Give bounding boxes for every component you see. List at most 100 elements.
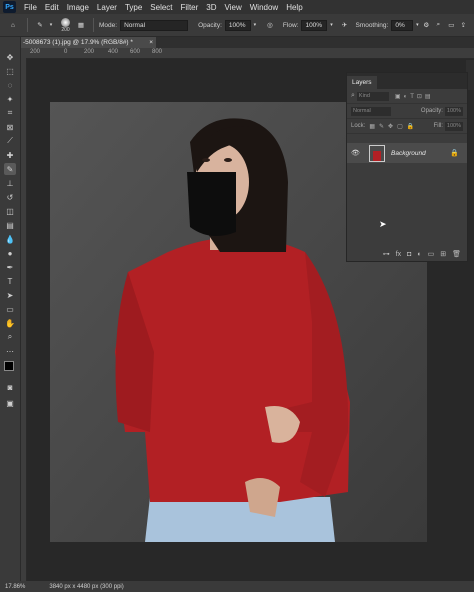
pressure-opacity-icon[interactable]: ◎	[263, 21, 277, 29]
menu-type[interactable]: Type	[121, 3, 146, 12]
move-tool-icon[interactable]: ✥	[4, 51, 16, 63]
menu-3d[interactable]: 3D	[202, 3, 220, 12]
chevron-down-icon[interactable]: ▾	[47, 22, 55, 28]
brush-settings-icon[interactable]: ▦	[74, 21, 88, 29]
shape-tool-icon[interactable]: ▭	[4, 303, 16, 315]
options-bar: ⌂ ✎ ▾ 200 ▦ Mode: Normal Opacity: 100% ▾…	[0, 14, 474, 37]
kind-filter-select[interactable]: Kind	[356, 91, 389, 101]
layers-panel-header: Layers	[347, 73, 467, 89]
app-logo[interactable]: Ps	[3, 1, 16, 13]
pen-tool-icon[interactable]: ✒	[4, 261, 16, 273]
mouse-cursor-icon: ➤	[379, 219, 387, 229]
flow-field[interactable]: 100%	[301, 19, 328, 31]
search-icon: ⌕	[351, 92, 355, 99]
ruler-tick: 800	[152, 49, 163, 55]
smoothing-label: Smoothing:	[355, 21, 389, 29]
adjustment-layer-icon[interactable]: ◐	[417, 251, 421, 258]
chevron-down-icon[interactable]: ▾	[413, 22, 421, 28]
layer-row-background[interactable]: 👁 Background 🔒	[347, 143, 467, 163]
crop-tool-icon[interactable]: ⌗	[4, 107, 16, 119]
brush-preset-picker[interactable]: 200	[61, 17, 70, 33]
ruler-top: 200 0 200 400 600 800	[26, 48, 474, 59]
lock-icon: 🔒	[450, 150, 459, 157]
color-swatches[interactable]	[4, 361, 18, 375]
zoom-level[interactable]: 17.86%	[5, 584, 25, 590]
history-brush-tool-icon[interactable]: ↺	[4, 191, 16, 203]
ruler-tick: 200	[30, 49, 41, 55]
eraser-tool-icon[interactable]: ◫	[4, 205, 16, 217]
gradient-tool-icon[interactable]: ▤	[4, 219, 16, 231]
ruler-left	[20, 58, 27, 581]
marquee-tool-icon[interactable]: ⬚	[4, 65, 16, 77]
clone-stamp-tool-icon[interactable]: ⊥	[4, 177, 16, 189]
menu-window[interactable]: Window	[246, 3, 282, 12]
new-layer-icon[interactable]: ⊞	[440, 250, 446, 258]
face-mask	[187, 172, 236, 236]
eyedropper-tool-icon[interactable]: ⟋	[4, 135, 16, 147]
layers-panel: Layers ⌕ Kind ▣◐T⊡▤ Normal Opacity: 100%…	[346, 72, 468, 262]
frame-tool-icon[interactable]: ⊠	[4, 121, 16, 133]
type-tool-icon[interactable]: T	[4, 275, 16, 287]
healing-brush-tool-icon[interactable]: ✚	[4, 149, 16, 161]
chevron-down-icon[interactable]: ▾	[327, 22, 335, 28]
layer-name[interactable]: Background	[391, 150, 426, 157]
layers-tab[interactable]: Layers	[347, 76, 377, 89]
share-icon[interactable]: ⇪	[457, 21, 469, 29]
more-tools-icon[interactable]: ⋯	[4, 345, 16, 357]
divider	[27, 18, 28, 32]
quick-mask-icon[interactable]: ◙	[4, 381, 16, 393]
lock-icons[interactable]: ▦✎✥▢🔒	[369, 123, 418, 130]
opacity-label: Opacity:	[198, 21, 222, 29]
menu-filter[interactable]: Filter	[177, 3, 203, 12]
airbrush-icon[interactable]: ✈	[337, 21, 351, 29]
delete-layer-icon[interactable]: 🗑	[452, 250, 461, 258]
smoothing-settings-icon[interactable]: ⚙	[421, 21, 431, 29]
layers-footer: ⊶ fx ◘ ◐ ▭ ⊞ 🗑	[347, 247, 467, 261]
menu-layer[interactable]: Layer	[93, 3, 121, 12]
quick-select-tool-icon[interactable]: ✦	[4, 93, 16, 105]
search-icon[interactable]: ⌕	[431, 21, 445, 29]
menu-file[interactable]: File	[20, 3, 41, 12]
menu-image[interactable]: Image	[63, 3, 93, 12]
lasso-tool-icon[interactable]: ◌	[4, 79, 16, 91]
screen-mode-icon[interactable]: ▣	[4, 397, 16, 409]
ruler-tick: 200	[84, 49, 95, 55]
mode-select[interactable]: Normal	[120, 19, 189, 31]
document-info: 3840 px x 4480 px (300 ppi)	[49, 583, 124, 590]
add-mask-icon[interactable]: ◘	[407, 251, 411, 258]
lock-label: Lock:	[351, 123, 366, 129]
fill-field[interactable]: 100%	[444, 121, 463, 131]
brush-tool-icon[interactable]: ✎	[33, 21, 47, 29]
filter-icons[interactable]: ▣◐T⊡▤	[395, 93, 434, 100]
zoom-tool-icon[interactable]: ⌕	[4, 331, 16, 343]
fill-label: Fill:	[433, 123, 443, 129]
document-tab[interactable]: -5008673 (1).jpg @ 17.9% (RGB/8#) * ×	[20, 37, 156, 48]
fx-icon[interactable]: fx	[396, 251, 401, 258]
layer-opacity-field[interactable]: 100%	[444, 106, 463, 116]
blend-mode-select[interactable]: Normal	[351, 106, 391, 116]
workspace-icon[interactable]: ▭	[445, 21, 457, 29]
visibility-eye-icon[interactable]: 👁	[351, 149, 363, 157]
menu-select[interactable]: Select	[146, 3, 176, 12]
chevron-down-icon[interactable]: ▾	[251, 22, 259, 28]
new-group-icon[interactable]: ▭	[428, 250, 435, 258]
dodge-tool-icon[interactable]: ●	[4, 247, 16, 259]
menu-help[interactable]: Help	[282, 3, 306, 12]
home-icon[interactable]: ⌂	[4, 22, 22, 29]
menu-edit[interactable]: Edit	[41, 3, 63, 12]
foreground-color-swatch[interactable]	[4, 361, 14, 371]
brush-size: 200	[61, 26, 70, 33]
menu-view[interactable]: View	[221, 3, 246, 12]
path-selection-tool-icon[interactable]: ➤	[4, 289, 16, 301]
tools-panel: ✥ ⬚ ◌ ✦ ⌗ ⊠ ⟋ ✚ ✎ ⊥ ↺ ◫ ▤ 💧 ● ✒ T ➤ ▭ ✋ …	[0, 37, 21, 592]
flow-label: Flow:	[282, 21, 299, 29]
document-title: -5008673 (1).jpg @ 17.9% (RGB/8#) *	[23, 39, 133, 46]
brush-tip-icon	[61, 17, 70, 27]
hand-tool-icon[interactable]: ✋	[4, 317, 16, 329]
smoothing-field[interactable]: 0%	[391, 19, 414, 31]
link-layers-icon[interactable]: ⊶	[383, 250, 390, 258]
blur-tool-icon[interactable]: 💧	[4, 233, 16, 245]
close-icon[interactable]: ×	[149, 37, 153, 48]
opacity-field[interactable]: 100%	[224, 19, 251, 31]
brush-tool-icon[interactable]: ✎	[4, 163, 16, 175]
